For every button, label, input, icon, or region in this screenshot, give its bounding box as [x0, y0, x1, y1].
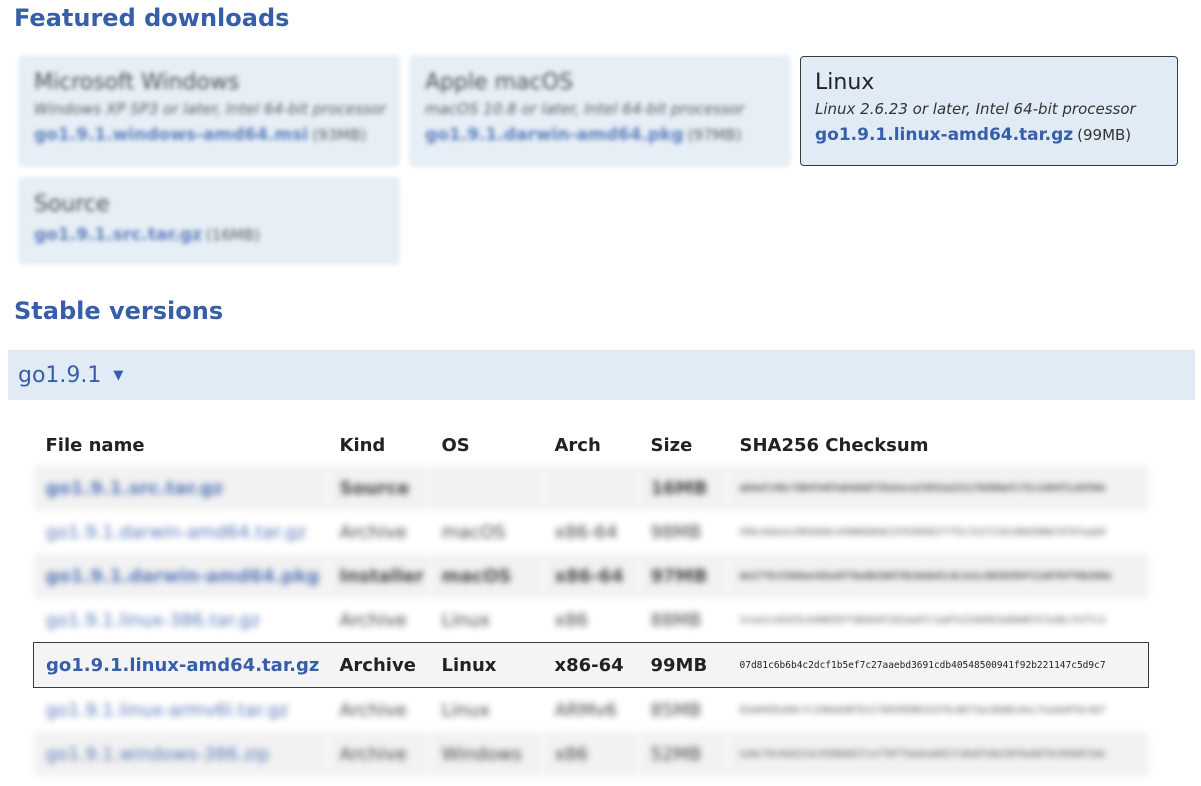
cell-size: 85MB	[650, 699, 702, 721]
version-toggle[interactable]: go1.9.1 ▼	[8, 350, 1195, 400]
cell-checksum: 07d81c6b6b4c2dcf1b5ef7c27aaebd3691cdb405…	[727, 642, 1149, 688]
featured-card-linux[interactable]: Linux Linux 2.6.23 or later, Intel 64-bi…	[800, 56, 1178, 166]
file-link[interactable]: go1.9.1.src.tar.gz	[46, 478, 224, 499]
cell-kind: Installer	[327, 554, 430, 598]
card-platform: Linux	[815, 70, 875, 95]
file-link[interactable]: go1.9.1.linux-386.tar.gz	[46, 610, 260, 631]
cell-checksum: 2cea1ce9325cb40839ffdb9e0f2d2ae6fc1a0fe2…	[739, 614, 1106, 626]
cell-file-name: go1.9.1.linux-armv6l.tar.gz	[34, 688, 328, 733]
table-row: go1.9.1.src.tar.gz Source 16MB a84afc9dc…	[33, 466, 1149, 510]
cell-os: Linux	[441, 699, 491, 721]
download-link[interactable]: go1.9.1.linux-amd64.tar.gz	[815, 125, 1073, 145]
cell-file-name: go1.9.1.darwin-amd64.tar.gz	[34, 510, 328, 554]
cell-os: Linux	[441, 609, 491, 631]
card-platform: Source	[34, 192, 110, 217]
featured-card-windows[interactable]: Microsoft Windows Windows XP SP3 or late…	[19, 56, 399, 166]
table-row: go1.9.1.darwin-amd64.tar.gz Archive macO…	[34, 510, 1149, 554]
cell-kind: Archive	[339, 699, 407, 721]
card-requirements: macOS 10.8 or later, Intel 64-bit proces…	[425, 100, 745, 118]
cell-size: 52MB	[638, 732, 728, 776]
file-size: (99MB)	[1077, 126, 1132, 144]
cell-os: Linux	[429, 642, 543, 688]
file-size: (16MB)	[205, 226, 260, 244]
cell-size: 99MB	[638, 642, 728, 688]
cell-size: 98MB	[650, 521, 702, 543]
table-row: go1.9.1.linux-386.tar.gz Archive Linux x…	[34, 598, 1149, 643]
file-link[interactable]: go1.9.1.windows-386.zip	[46, 744, 270, 765]
column-header-checksum: SHA256 Checksum	[739, 434, 929, 456]
caret-down-icon: ▼	[113, 367, 124, 383]
cell-file-name: go1.9.1.linux-amd64.tar.gz	[33, 642, 328, 688]
table-row: go1.9.1.windows-386.zip Archive Windows …	[33, 732, 1149, 776]
cell-kind: Archive	[339, 609, 407, 631]
file-link[interactable]: go1.9.1.linux-amd64.tar.gz	[46, 655, 319, 676]
cell-arch: x86	[542, 732, 639, 776]
cell-arch: x86-64	[542, 642, 639, 688]
card-download: go1.9.1.windows-amd64.msi (93MB)	[34, 123, 398, 147]
cell-file-name: go1.9.1.windows-386.zip	[33, 732, 328, 776]
cell-size: 97MB	[638, 554, 728, 598]
cell-arch: x86-64	[554, 521, 618, 543]
card-download: go1.9.1.src.tar.gz (16MB)	[34, 223, 398, 247]
file-link[interactable]: go1.9.1.darwin-amd64.pkg	[46, 566, 320, 587]
cell-arch	[542, 466, 639, 510]
table-row: go1.9.1.darwin-amd64.pkg Installer macOS…	[33, 554, 1149, 598]
table-header-row: File name Kind OS Arch Size SHA256 Check…	[34, 424, 1149, 466]
column-header-size: Size	[650, 434, 693, 456]
cell-os: macOS	[429, 554, 543, 598]
stable-versions-heading: Stable versions	[14, 297, 224, 325]
cell-arch: x86-64	[542, 554, 639, 598]
cell-kind: Source	[327, 466, 430, 510]
cell-file-name: go1.9.1.darwin-amd64.pkg	[33, 554, 328, 598]
download-link[interactable]: go1.9.1.windows-amd64.msi	[34, 125, 308, 145]
cell-arch: x86	[554, 609, 589, 631]
cell-os: macOS	[441, 521, 506, 543]
featured-card-source[interactable]: Source go1.9.1.src.tar.gz (16MB)	[19, 178, 399, 264]
file-size: (93MB)	[312, 126, 367, 144]
downloads-page: Featured downloads Microsoft Windows Win…	[0, 0, 1201, 786]
cell-arch: ARMv6	[554, 699, 617, 721]
cell-file-name: go1.9.1.src.tar.gz	[33, 466, 328, 510]
cell-os	[429, 466, 543, 510]
cell-file-name: go1.9.1.linux-386.tar.gz	[34, 598, 328, 643]
card-requirements: Windows XP SP3 or later, Intel 64-bit pr…	[34, 100, 387, 118]
cell-size: 16MB	[638, 466, 728, 510]
table-row-highlighted: go1.9.1.linux-amd64.tar.gz Archive Linux…	[33, 642, 1149, 688]
cell-kind: Archive	[339, 521, 407, 543]
cell-kind: Archive	[327, 642, 430, 688]
cell-kind: Archive	[327, 732, 430, 776]
cell-size: 88MB	[650, 609, 702, 631]
cell-checksum: 65a0495a50c7c240a6487b1170939586332f6c86…	[739, 704, 1106, 716]
column-header-os: OS	[441, 434, 470, 456]
table-row: go1.9.1.linux-armv6l.tar.gz Archive Linu…	[34, 688, 1149, 733]
featured-card-macos[interactable]: Apple macOS macOS 10.8 or later, Intel 6…	[410, 56, 790, 166]
card-requirements: Linux 2.6.23 or later, Intel 64-bit proc…	[815, 100, 1136, 118]
cell-checksum: ea9c79c9e6214c9398dd27ce7f8f75a4ea9d17c8…	[727, 732, 1149, 776]
downloads-table: File name Kind OS Arch Size SHA256 Check…	[33, 424, 1149, 776]
column-header-file-name: File name	[45, 434, 145, 456]
file-size: (97MB)	[687, 126, 742, 144]
column-header-arch: Arch	[554, 434, 601, 456]
card-download: go1.9.1.linux-amd64.tar.gz (99MB)	[815, 123, 1177, 147]
featured-downloads-heading: Featured downloads	[14, 4, 290, 32]
cell-checksum: 59bc6deee2969dddc4490b684b15f63058177f5c…	[739, 526, 1106, 538]
download-link[interactable]: go1.9.1.darwin-amd64.pkg	[425, 125, 684, 145]
card-platform: Microsoft Windows	[34, 70, 240, 95]
file-link[interactable]: go1.9.1.darwin-amd64.tar.gz	[46, 522, 307, 543]
card-platform: Apple macOS	[425, 70, 573, 95]
column-header-kind: Kind	[339, 434, 386, 456]
version-label: go1.9.1	[18, 362, 102, 388]
cell-os: Windows	[429, 732, 543, 776]
cell-checksum: a84afc9dc7d64fe0fa84d4d735e2ece23831a221…	[727, 466, 1149, 510]
card-download: go1.9.1.darwin-amd64.pkg (97MB)	[425, 123, 789, 147]
file-link[interactable]: go1.9.1.linux-armv6l.tar.gz	[46, 700, 289, 721]
download-link[interactable]: go1.9.1.src.tar.gz	[34, 225, 202, 245]
cell-checksum: de1779c5366ee3d1e8f7be8b3d6f3b18eb42c0c2…	[727, 554, 1149, 598]
